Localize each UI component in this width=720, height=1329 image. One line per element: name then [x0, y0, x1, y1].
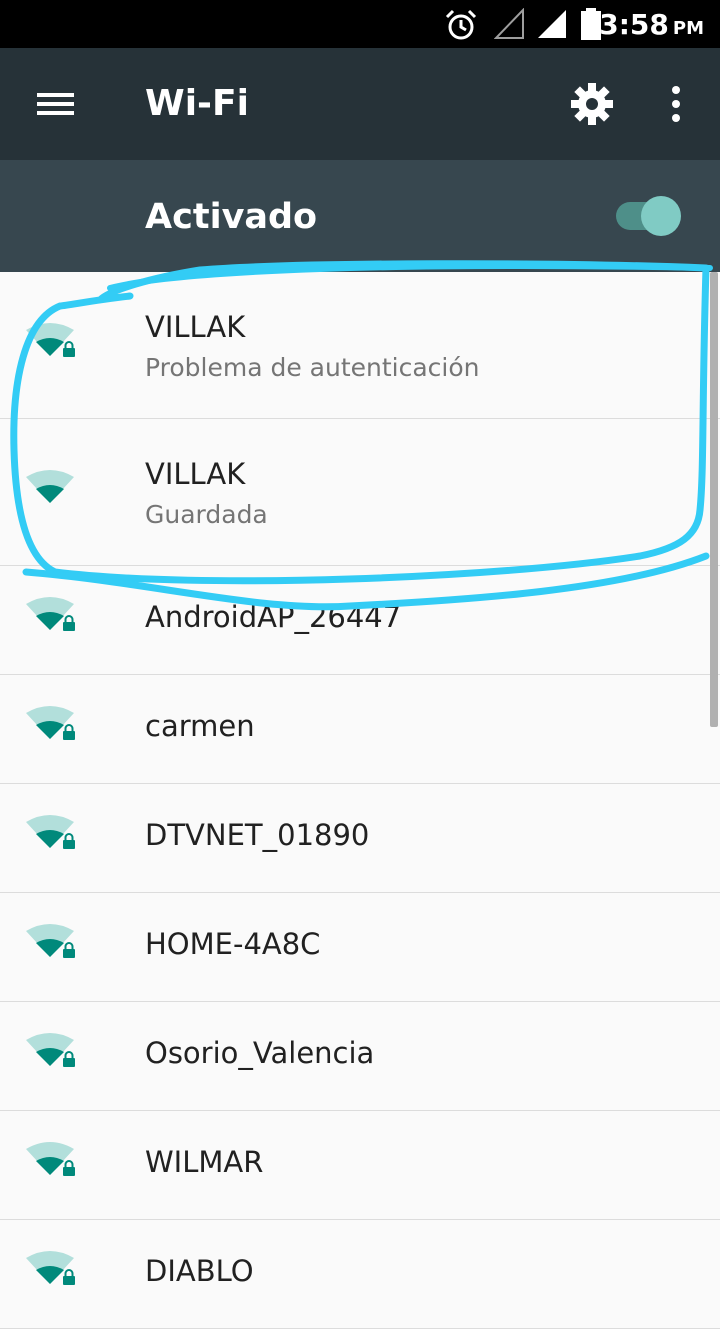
network-status: Guardada [145, 500, 268, 529]
wifi-lock-icon [26, 815, 75, 849]
network-row[interactable]: VILLAK Guardada [0, 419, 720, 566]
wifi-lock-icon [26, 1251, 75, 1285]
network-ssid: WILMAR [145, 1145, 264, 1179]
app-toolbar: Wi-Fi [0, 48, 720, 160]
clock-ampm: PM [672, 18, 704, 39]
menu-icon [37, 93, 74, 115]
network-row[interactable]: DTVNET_01890 [0, 784, 720, 893]
signal-icon [538, 10, 566, 38]
network-row[interactable]: DIABLO [0, 1220, 720, 1329]
clock-time: 3:58 [599, 8, 669, 41]
network-ssid: DIABLO [145, 1254, 254, 1288]
page-title: Wi-Fi [145, 83, 249, 124]
wifi-lock-icon [26, 924, 75, 958]
network-row[interactable]: Osorio_Valencia [0, 1002, 720, 1111]
wifi-lock-icon [26, 323, 75, 357]
wifi-toggle[interactable] [612, 196, 684, 236]
network-row[interactable]: VILLAK Problema de autenticación [0, 272, 720, 419]
network-row[interactable]: carmen [0, 675, 720, 784]
network-ssid: Osorio_Valencia [145, 1036, 375, 1070]
wifi-icon [26, 470, 74, 503]
network-ssid: DTVNET_01890 [145, 818, 370, 852]
wifi-lock-icon [26, 706, 75, 740]
alarm-icon [445, 9, 477, 40]
network-row[interactable]: AndroidAP_26447 [0, 566, 720, 675]
network-ssid: VILLAK [145, 310, 246, 344]
clock: 3:58 PM [599, 8, 704, 42]
more-vert-icon [672, 86, 680, 122]
menu-button[interactable] [24, 80, 88, 128]
wifi-lock-icon [26, 1142, 75, 1176]
gear-icon [571, 83, 613, 125]
wifi-lock-icon [26, 1033, 75, 1067]
network-ssid: HOME-4A8C [145, 927, 321, 961]
wifi-switch-bar[interactable]: Activado [0, 160, 720, 272]
signal-empty-icon [494, 8, 524, 39]
toggle-thumb [641, 196, 681, 236]
wifi-lock-icon [26, 597, 75, 631]
scrollbar[interactable] [710, 272, 718, 727]
network-ssid: AndroidAP_26447 [145, 600, 402, 634]
network-ssid: carmen [145, 709, 255, 743]
network-row[interactable]: WILMAR [0, 1111, 720, 1220]
more-options-button[interactable] [652, 76, 700, 132]
wifi-switch-label: Activado [145, 197, 318, 237]
wifi-network-list: VILLAK Problema de autenticación VILLAK … [0, 272, 720, 1329]
network-status: Problema de autenticación [145, 353, 480, 382]
network-row[interactable]: HOME-4A8C [0, 893, 720, 1002]
status-bar: 3:58 PM [0, 0, 720, 48]
settings-button[interactable] [562, 76, 622, 132]
network-ssid: VILLAK [145, 457, 246, 491]
